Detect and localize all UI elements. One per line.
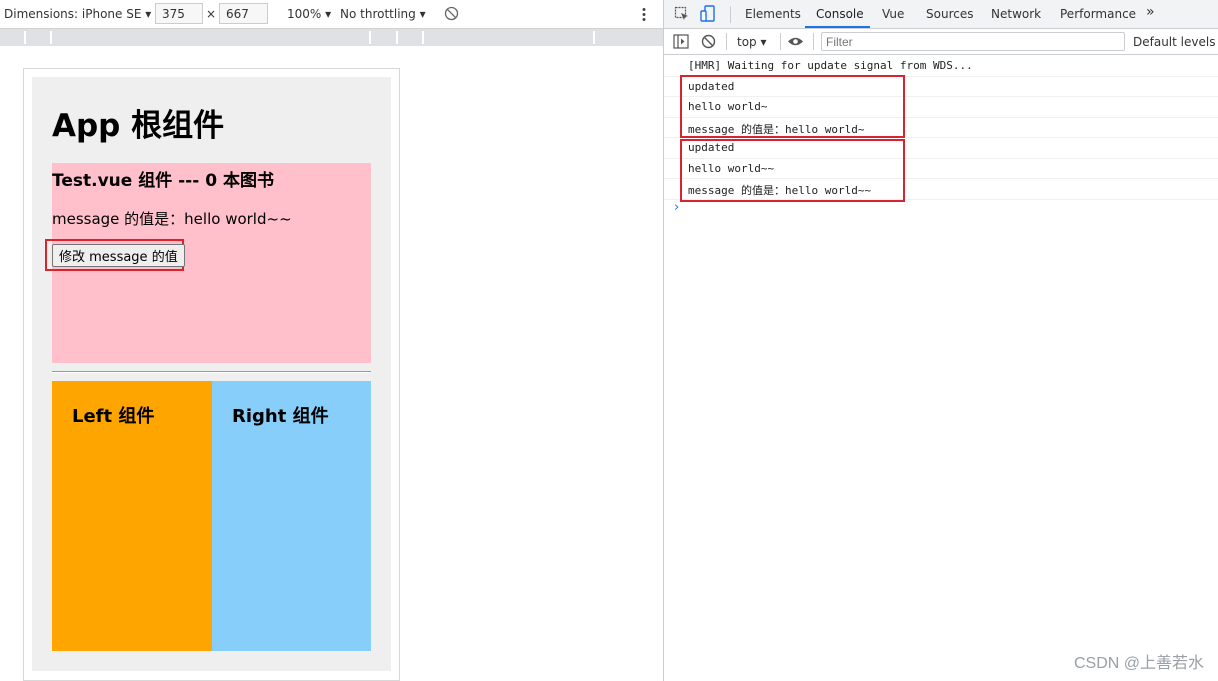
- left-component-title: Left 组件: [72, 406, 155, 427]
- first-update-highlight-box: [680, 75, 905, 138]
- tab-separator: [730, 6, 731, 23]
- toolbar-separator: [813, 33, 814, 50]
- device-emulation-pane: Dimensions: iPhone SE ▾ 375 × 667 100% ▾…: [0, 0, 663, 681]
- times-sign: ×: [206, 7, 217, 21]
- console-message: [HMR] Waiting for update signal from WDS…: [664, 56, 1218, 77]
- test-component-title: Test.vue 组件 --- 0 本图书: [52, 171, 274, 191]
- divider: [52, 371, 371, 373]
- toolbar-separator: [780, 33, 781, 50]
- tab-vue[interactable]: Vue: [882, 7, 904, 21]
- dimensions-dropdown[interactable]: Dimensions: iPhone SE ▾: [4, 7, 151, 21]
- log-levels-dropdown[interactable]: Default levels ▾: [1133, 35, 1218, 49]
- live-expression-eye-icon[interactable]: [787, 36, 804, 47]
- active-tab-indicator: [805, 26, 870, 28]
- devtools-tabbar: Elements Console Vue Sources Network Per…: [664, 0, 1218, 29]
- emulation-toolbar: Dimensions: iPhone SE ▾ 375 × 667 100% ▾…: [0, 0, 663, 29]
- message-text: message 的值是：hello world~~: [52, 210, 292, 228]
- media-query-ruler[interactable]: [0, 29, 663, 46]
- device-toolbar-icon[interactable]: [700, 5, 716, 23]
- modify-message-button[interactable]: 修改 message 的值: [52, 244, 185, 267]
- csdn-watermark: CSDN @上善若水: [1073, 655, 1204, 672]
- clear-console-icon[interactable]: [701, 34, 716, 49]
- width-field[interactable]: 375: [155, 3, 203, 24]
- second-update-highlight-box: [680, 139, 905, 202]
- console-toolbar: top ▾ Default levels ▾: [664, 29, 1218, 55]
- devtools-panel: Elements Console Vue Sources Network Per…: [663, 0, 1218, 681]
- rotate-icon[interactable]: [444, 6, 459, 21]
- app-title: App 根组件: [52, 108, 225, 144]
- tab-elements[interactable]: Elements: [745, 7, 801, 21]
- left-component: Left 组件: [52, 381, 212, 651]
- right-component-title: Right 组件: [232, 406, 329, 427]
- throttling-dropdown[interactable]: No throttling ▾: [340, 7, 426, 21]
- inspect-element-icon[interactable]: [674, 6, 690, 22]
- more-options-icon[interactable]: [641, 7, 647, 22]
- tab-console[interactable]: Console: [816, 7, 864, 21]
- console-messages: [HMR] Waiting for update signal from WDS…: [664, 56, 1218, 202]
- test-component: Test.vue 组件 --- 0 本图书 message 的值是：hello …: [45, 163, 371, 363]
- height-field[interactable]: 667: [219, 3, 268, 24]
- tab-network[interactable]: Network: [991, 7, 1041, 21]
- more-tabs-button[interactable]: »: [1146, 4, 1155, 20]
- zoom-dropdown[interactable]: 100% ▾: [287, 7, 331, 21]
- right-component: Right 组件: [212, 381, 371, 651]
- tab-performance[interactable]: Performance: [1060, 7, 1136, 21]
- tab-sources[interactable]: Sources: [926, 7, 973, 21]
- device-viewport: App 根组件 Test.vue 组件 --- 0 本图书 message 的值…: [23, 68, 400, 681]
- toolbar-separator: [726, 33, 727, 50]
- context-selector[interactable]: top ▾: [737, 35, 767, 49]
- console-filter-input[interactable]: [821, 32, 1125, 51]
- console-prompt[interactable]: ›: [674, 200, 679, 215]
- app-root-component: App 根组件 Test.vue 组件 --- 0 本图书 message 的值…: [32, 77, 391, 671]
- sidebar-toggle-icon[interactable]: [673, 34, 689, 49]
